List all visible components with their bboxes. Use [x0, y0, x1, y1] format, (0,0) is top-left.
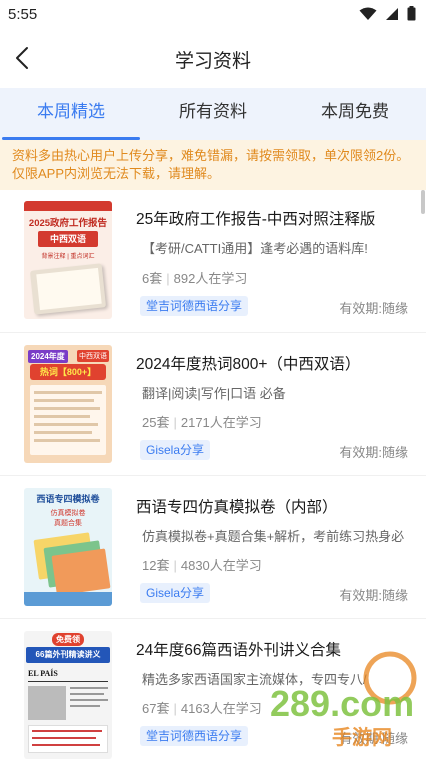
notice-banner: 资料多由热心用户上传分享，难免错漏，请按需领取，单次限领2份。 仅限APP内浏览… — [0, 140, 426, 190]
status-time: 5:55 — [8, 6, 38, 23]
cover-image: 2024年度 中西双语 热词【800+】 — [24, 345, 112, 463]
item-description: 仿真模拟卷+真题合集+解析，考前练习热身必 — [142, 529, 405, 544]
list-item[interactable]: 2024年度 中西双语 热词【800+】 2024年度热词800+（中西双语） … — [0, 333, 426, 476]
item-meta: 6套 | 892人在学习 — [142, 271, 248, 286]
cover-note: 背景注释 | 重点词汇 — [41, 254, 95, 260]
item-meta: 12套 | 4830人在学习 — [142, 558, 262, 573]
item-sets: 12套 — [142, 558, 170, 573]
item-title: 2024年度热词800+（中西双语） — [136, 356, 361, 373]
cover-image: 西语专四模拟卷 仿真模拟卷 真题合集 — [24, 488, 112, 606]
item-learners: 892人在学习 — [173, 271, 248, 286]
item-description: 翻译|阅读|写作|口语 必备 — [142, 386, 286, 401]
item-meta: 25套 | 2171人在学习 — [142, 415, 262, 430]
item-learners: 4163人在学习 — [180, 701, 262, 716]
tab-weekly-picks[interactable]: 本周精选 — [0, 88, 142, 140]
item-title: 25年政府工作报告-中西对照注释版 — [136, 211, 376, 228]
status-bar: 5:55 — [0, 0, 426, 30]
sharer-tag: Gisela分享 — [140, 583, 211, 603]
item-sets: 67套 — [142, 701, 170, 716]
cover-subtitle: 仿真模拟卷 — [50, 510, 86, 517]
cover-note: 真题合集 — [54, 520, 82, 527]
validity-text: 有效期:随缘 — [339, 301, 408, 316]
cover-badge: 免费领 — [52, 633, 84, 646]
tab-bar: 本周精选 所有资料 本周免费 — [0, 88, 426, 140]
notice-line-1: 资料多由热心用户上传分享，难免错漏，请按需领取，单次限领2份。 — [12, 148, 410, 163]
tab-all-materials[interactable]: 所有资料 — [142, 88, 284, 140]
wifi-icon — [359, 7, 377, 20]
item-sets: 6套 — [142, 271, 163, 286]
sharer-tag: Gisela分享 — [140, 440, 211, 460]
validity-text: 有效期:随缘 — [339, 588, 408, 603]
list-item[interactable]: 西语专四模拟卷 仿真模拟卷 真题合集 西语专四仿真模拟卷（内部） 仿真模拟卷+真… — [0, 476, 426, 619]
cover-title: 2024年度 — [28, 350, 68, 363]
cover-note: 中西双语 — [77, 350, 109, 362]
item-sets: 25套 — [142, 415, 170, 430]
item-title: 西语专四仿真模拟卷（内部） — [136, 499, 338, 516]
cover-subtitle: 热词【800+】 — [30, 364, 106, 380]
cover-subtitle: 中西双语 — [38, 231, 98, 247]
cover-title: 西语专四模拟卷 — [36, 494, 100, 504]
cover-image: 2025政府工作报告 中西双语 背景注释 | 重点词汇 — [24, 201, 112, 319]
battery-icon — [407, 6, 416, 21]
status-icons — [359, 6, 416, 21]
item-learners: 4830人在学习 — [180, 558, 262, 573]
validity-text: 有效期:随缘 — [339, 445, 408, 460]
cover-image: 免费领 66篇外刊精读讲义 EL PAÍS — [24, 631, 112, 759]
app-header: 学习资料 — [0, 30, 426, 86]
watermark-text: 289.com — [270, 683, 414, 724]
signal-icon — [386, 7, 398, 20]
cover-title: 2025政府工作报告 — [28, 218, 108, 229]
watermark-logo: 289.com 手游网 — [270, 651, 417, 749]
item-learners: 2171人在学习 — [180, 415, 262, 430]
watermark-subtext: 手游网 — [332, 725, 392, 749]
notice-line-2: 仅限APP内浏览无法下载，请理解。 — [12, 166, 221, 181]
list-item[interactable]: 2025政府工作报告 中西双语 背景注释 | 重点词汇 25年政府工作报告-中西… — [0, 190, 426, 333]
cover-masthead: EL PAÍS — [28, 669, 58, 678]
cover-title: 66篇外刊精读讲义 — [26, 647, 110, 663]
tab-weekly-free[interactable]: 本周免费 — [284, 88, 426, 140]
page-title: 学习资料 — [174, 51, 251, 72]
sharer-tag: 堂吉诃德西语分享 — [140, 296, 249, 316]
sharer-tag: 堂吉诃德西语分享 — [140, 726, 249, 746]
item-meta: 67套 | 4163人在学习 — [142, 701, 262, 716]
item-description: 【考研/CATTI通用】逢考必遇的语料库! — [142, 241, 368, 256]
